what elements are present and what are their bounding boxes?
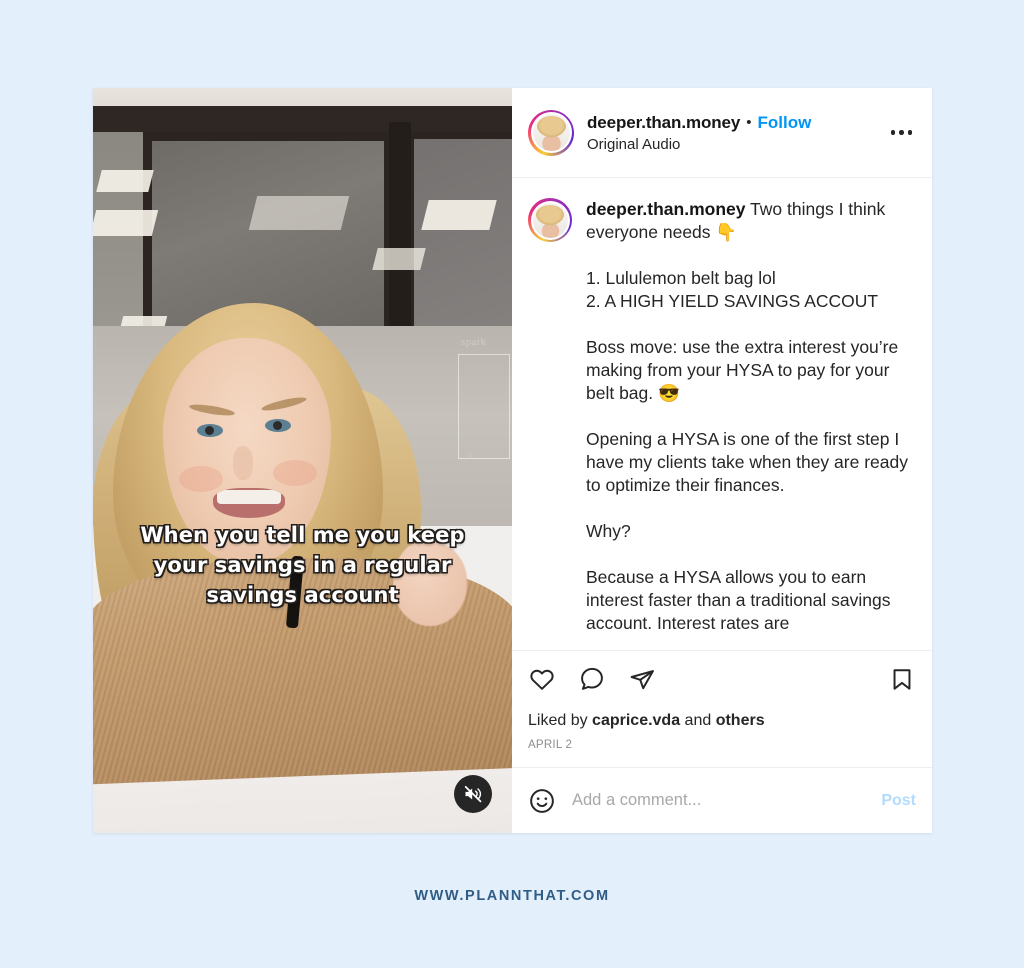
liked-by-username[interactable]: caprice.vda — [592, 712, 680, 729]
subject-teeth — [217, 490, 281, 504]
comment-input-bar: Post — [512, 767, 932, 833]
share-button[interactable] — [628, 665, 656, 698]
bookmark-icon — [893, 669, 911, 690]
profile-avatar[interactable] — [528, 109, 574, 156]
video-overlay-caption: When you tell me you keep your savings i… — [140, 523, 465, 607]
subject-nose — [233, 446, 253, 480]
subject-mouth — [213, 488, 285, 518]
follow-button[interactable]: Follow — [758, 113, 812, 133]
subject-eye — [197, 424, 223, 437]
subject-cheek — [179, 466, 223, 492]
subject-eye — [265, 419, 291, 432]
liked-by-text: Liked by caprice.vda and others — [528, 712, 916, 730]
wall-sign-number: 13 — [467, 453, 473, 459]
avatar-inner-ring — [530, 112, 572, 153]
comment-input[interactable] — [572, 791, 872, 810]
header-username-row: deeper.than.money • Follow — [587, 113, 881, 133]
caption-row: deeper.than.money Two things I think eve… — [528, 198, 916, 635]
post-media-panel[interactable]: spark 13 When you tell me you keep your … — [93, 88, 512, 833]
post-comment-button[interactable]: Post — [871, 792, 916, 810]
caption-avatar-inner-ring — [530, 200, 570, 240]
wall-sign-text: spark — [461, 336, 487, 348]
ceiling-light — [248, 196, 350, 230]
post-username[interactable]: deeper.than.money — [587, 113, 740, 133]
post-info-panel: deeper.than.money • Follow Original Audi… — [512, 88, 932, 833]
comment-button[interactable] — [578, 665, 606, 698]
caption-avatar[interactable] — [528, 198, 572, 242]
heart-icon — [530, 669, 554, 690]
emoji-smiley-icon — [530, 788, 554, 813]
dot-icon — [890, 130, 895, 135]
ceiling-light — [372, 248, 426, 270]
liked-by-prefix: Liked by — [528, 712, 593, 729]
ceiling-light — [421, 200, 497, 230]
emoji-picker-button[interactable] — [528, 787, 556, 815]
like-button[interactable] — [528, 665, 556, 698]
caption-avatar-image — [532, 202, 568, 238]
username-separator: • — [746, 114, 752, 131]
liked-by-others[interactable]: others — [716, 712, 765, 729]
audio-label[interactable]: Original Audio — [587, 136, 881, 153]
action-icon-row — [528, 665, 916, 698]
caption-username[interactable]: deeper.than.money — [586, 199, 746, 219]
ceiling-light — [93, 210, 159, 236]
footer-website-url[interactable]: WWW.PLANNTHAT.COM — [0, 888, 1024, 904]
avatar-image — [532, 114, 570, 151]
dot-icon — [899, 130, 904, 135]
comment-icon — [581, 667, 603, 690]
wall-sign-logo — [458, 354, 510, 459]
glass-partition-right — [407, 132, 512, 357]
caption-scroll-area[interactable]: deeper.than.money Two things I think eve… — [512, 178, 932, 651]
caption-text: Two things I think everyone needs 👇 1. L… — [586, 199, 908, 633]
ceiling-light — [96, 170, 154, 192]
save-button[interactable] — [888, 665, 916, 698]
liked-by-middle: and — [680, 712, 716, 729]
video-player[interactable]: spark 13 When you tell me you keep your … — [93, 88, 512, 833]
more-options-button[interactable] — [881, 130, 917, 135]
subject-cheek — [273, 460, 317, 486]
share-icon — [630, 670, 654, 690]
instagram-post-card: spark 13 When you tell me you keep your … — [93, 88, 932, 833]
top-frame-beam — [93, 106, 512, 132]
caption-text-block: deeper.than.money Two things I think eve… — [586, 198, 916, 635]
post-header: deeper.than.money • Follow Original Audi… — [512, 88, 932, 178]
dot-icon — [907, 130, 912, 135]
post-action-bar: Liked by caprice.vda and others APRIL 2 — [512, 651, 932, 751]
unmute-icon — [464, 785, 482, 803]
mute-toggle-button[interactable] — [454, 775, 492, 813]
header-text-group: deeper.than.money • Follow Original Audi… — [587, 113, 881, 153]
post-date: APRIL 2 — [528, 739, 573, 751]
page-root: spark 13 When you tell me you keep your … — [0, 0, 1024, 968]
